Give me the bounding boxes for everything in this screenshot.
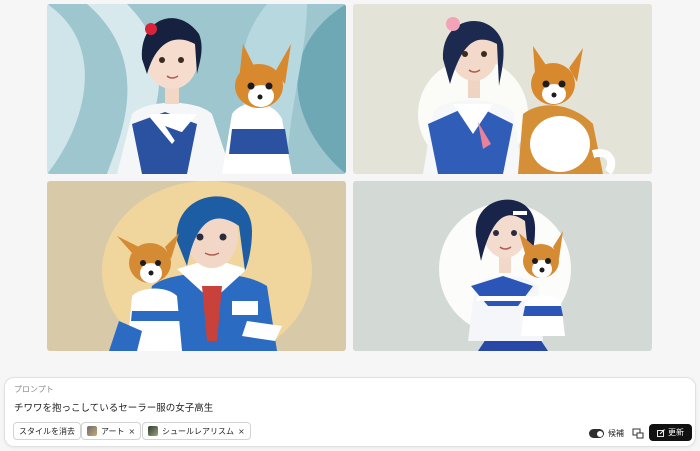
candidates-label: 候補 (608, 429, 624, 438)
prompt-input[interactable]: チワワを抱っこしているセーラー服の女子高生 (14, 400, 213, 414)
remove-surrealism-style-close-icon[interactable]: × (238, 427, 245, 436)
prompt-label: プロンプト (14, 385, 54, 394)
art-thumbnail-icon (87, 426, 97, 436)
generated-image-2-art (353, 4, 652, 174)
edit-icon (657, 428, 665, 437)
style-chip-surrealism-label: シュールレアリスム (162, 426, 234, 436)
candidates-grid-icon[interactable] (632, 427, 644, 439)
clear-style-label: スタイルを消去 (19, 426, 75, 436)
remove-art-style-close-icon[interactable]: × (129, 427, 136, 436)
clear-style-button[interactable]: スタイルを消去 (13, 422, 81, 440)
generated-image-4-art (353, 181, 652, 351)
generated-image-3-art (47, 181, 346, 351)
generated-image-4[interactable] (353, 181, 652, 351)
update-button-label: 更新 (668, 428, 684, 437)
image-grid (47, 4, 652, 351)
generated-image-1-art (47, 4, 346, 174)
generated-image-1[interactable] (47, 4, 346, 174)
candidates-toggle[interactable] (589, 429, 604, 438)
prompt-panel: プロンプト チワワを抱っこしているセーラー服の女子高生 スタイルを消去 アート … (4, 377, 696, 447)
style-chip-art-label: アート (101, 426, 125, 436)
update-button[interactable]: 更新 (649, 424, 692, 441)
style-chip-surrealism[interactable]: シュールレアリスム × (142, 422, 251, 440)
generated-image-3[interactable] (47, 181, 346, 351)
surrealism-thumbnail-icon (148, 426, 158, 436)
style-chip-art[interactable]: アート × (81, 422, 142, 440)
generated-image-2[interactable] (353, 4, 652, 174)
